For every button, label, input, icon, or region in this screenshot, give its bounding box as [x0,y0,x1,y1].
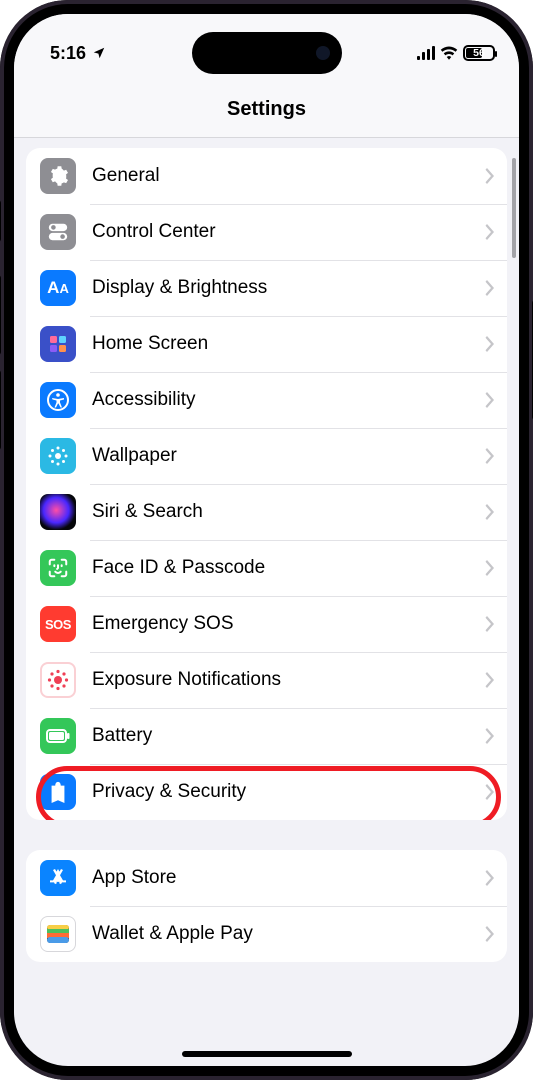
row-home-screen[interactable]: Home Screen [26,316,507,372]
exposure-icon [40,662,76,698]
location-icon [92,46,106,60]
status-time: 5:16 [50,43,86,64]
privacy-icon [40,774,76,810]
siri-icon [40,494,76,530]
control-center-icon [40,214,76,250]
row-privacy[interactable]: Privacy & Security [26,764,507,820]
chevron-right-icon [485,168,495,184]
chevron-right-icon [485,926,495,942]
status-left: 5:16 [38,43,106,64]
home-indicator[interactable] [182,1051,352,1057]
row-label: Face ID & Passcode [76,557,485,579]
chevron-right-icon [485,392,495,408]
chevron-right-icon [485,336,495,352]
row-label: Display & Brightness [76,277,485,299]
chevron-right-icon [485,224,495,240]
row-label: Emergency SOS [76,613,485,635]
chevron-right-icon [485,504,495,520]
settings-group-main: General Control Center AA Display & Brig… [26,148,507,820]
settings-list[interactable]: General Control Center AA Display & Brig… [14,138,519,1064]
battery-icon: 56 [463,45,495,61]
gear-icon [40,158,76,194]
row-label: Accessibility [76,389,485,411]
row-label: Exposure Notifications [76,669,485,691]
chevron-right-icon [485,784,495,800]
row-display[interactable]: AA Display & Brightness [26,260,507,316]
row-exposure[interactable]: Exposure Notifications [26,652,507,708]
faceid-icon [40,550,76,586]
settings-group-store: App Store Wallet & Apple Pay [26,850,507,962]
status-right: 56 [417,45,496,61]
chevron-right-icon [485,280,495,296]
row-sos[interactable]: SOS Emergency SOS [26,596,507,652]
accessibility-icon [40,382,76,418]
row-label: General [76,165,485,187]
row-appstore[interactable]: App Store [26,850,507,906]
row-accessibility[interactable]: Accessibility [26,372,507,428]
screen: 5:16 56 Settings [14,14,519,1066]
mute-switch [0,200,1,242]
row-label: App Store [76,867,485,889]
row-label: Control Center [76,221,485,243]
chevron-right-icon [485,728,495,744]
appstore-icon [40,860,76,896]
row-label: Privacy & Security [76,781,485,803]
chevron-right-icon [485,616,495,632]
row-wallet[interactable]: Wallet & Apple Pay [26,906,507,962]
sos-icon: SOS [40,606,76,642]
chevron-right-icon [485,870,495,886]
row-battery[interactable]: Battery [26,708,507,764]
row-general[interactable]: General [26,148,507,204]
row-label: Wallet & Apple Pay [76,923,485,945]
row-faceid[interactable]: Face ID & Passcode [26,540,507,596]
row-wallpaper[interactable]: Wallpaper [26,428,507,484]
volume-down-button [0,370,1,450]
display-icon: AA [40,270,76,306]
row-control-center[interactable]: Control Center [26,204,507,260]
battery-level: 56 [473,47,485,59]
chevron-right-icon [485,672,495,688]
chevron-right-icon [485,560,495,576]
cellular-icon [417,46,436,60]
wallet-icon [40,916,76,952]
row-siri[interactable]: Siri & Search [26,484,507,540]
page-title: Settings [14,80,519,138]
wallpaper-icon [40,438,76,474]
row-label: Home Screen [76,333,485,355]
dynamic-island [192,32,342,74]
row-label: Battery [76,725,485,747]
chevron-right-icon [485,448,495,464]
battery-icon [40,718,76,754]
wifi-icon [440,46,458,60]
scroll-indicator[interactable] [512,158,517,258]
home-screen-icon [40,326,76,362]
volume-up-button [0,275,1,355]
row-label: Siri & Search [76,501,485,523]
row-label: Wallpaper [76,445,485,467]
phone-frame: 5:16 56 Settings [0,0,533,1080]
